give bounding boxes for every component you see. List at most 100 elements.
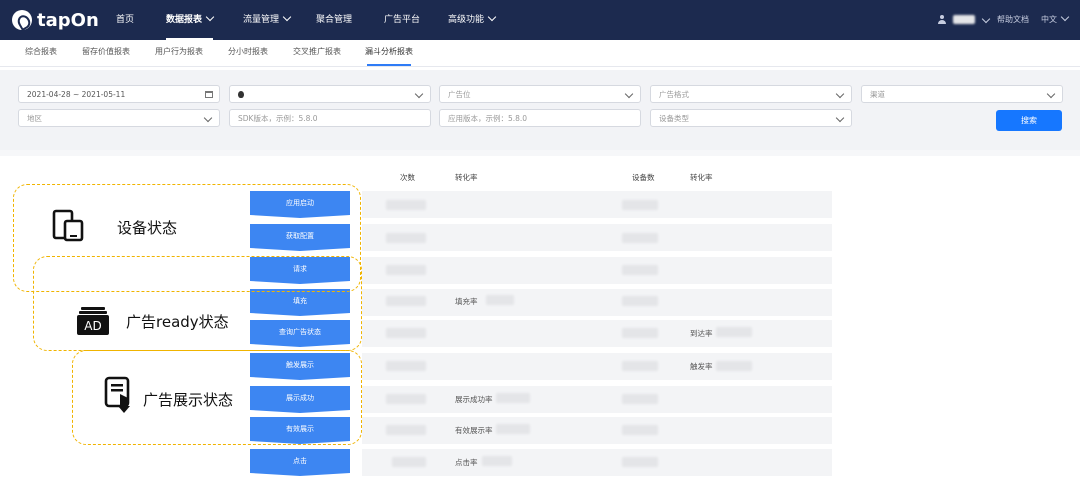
header-count: 次数 — [400, 173, 415, 182]
chevron-down-icon — [282, 12, 292, 22]
header-device-count: 设备数 — [632, 173, 655, 182]
masked-value — [486, 295, 514, 305]
nav-advanced-label: 高级功能 — [448, 15, 485, 25]
table-row — [362, 386, 832, 413]
chevron-down-icon — [1060, 12, 1070, 22]
chevron-down-icon — [487, 12, 497, 22]
chevron-down-icon — [205, 12, 215, 22]
masked-value — [386, 233, 426, 243]
table-row — [362, 257, 832, 284]
masked-value — [622, 200, 658, 210]
devices-icon — [52, 209, 84, 242]
platform-select[interactable] — [229, 85, 431, 103]
table-row — [362, 417, 832, 444]
nav-traffic[interactable]: 流量管理 — [243, 0, 292, 40]
brand-name: tapOn — [37, 9, 99, 31]
chevron-down-icon — [835, 89, 845, 99]
ad-slot-select[interactable]: 广告位 — [439, 85, 641, 103]
calendar-icon — [205, 91, 213, 98]
click-rate-label: 点击率 — [455, 458, 478, 467]
region-placeholder: 地区 — [27, 114, 42, 123]
table-row — [362, 289, 832, 316]
header-conversion-rate: 转化率 — [455, 173, 478, 182]
apple-icon — [238, 91, 244, 98]
table-row — [362, 449, 832, 476]
funnel-step-click: 点击 — [250, 449, 350, 476]
nav-reports-label: 数据报表 — [166, 15, 203, 25]
masked-value — [716, 327, 752, 337]
search-button[interactable]: 搜索 — [996, 110, 1062, 131]
step-label: 点击 — [293, 457, 307, 465]
ad-badge-icon: AD — [77, 307, 109, 335]
channel-select[interactable]: 渠道 — [861, 85, 1063, 103]
svg-text:AD: AD — [84, 319, 101, 333]
date-range-picker[interactable]: 2021-04-28 ~ 2021-05-11 — [18, 85, 220, 103]
sdk-version-input[interactable]: SDK版本，示例：5.8.0 — [229, 109, 431, 127]
nav-advanced[interactable]: 高级功能 — [448, 0, 497, 40]
user-icon[interactable] — [938, 15, 946, 24]
masked-value — [496, 393, 530, 403]
chevron-down-icon — [835, 113, 845, 123]
ad-format-placeholder: 广告格式 — [659, 90, 689, 99]
arrival-rate-label: 到达率 — [690, 329, 713, 338]
nav-mediation[interactable]: 聚合管理 — [316, 0, 352, 40]
report-subtabs: 综合报表 留存价值报表 用户行为报表 分小时报表 交叉推广报表 漏斗分析报表 — [0, 40, 1080, 67]
table-row — [362, 320, 832, 347]
masked-value — [386, 296, 426, 306]
tab-cross-promo-report[interactable]: 交叉推广报表 — [293, 40, 341, 66]
device-type-select[interactable]: 设备类型 — [650, 109, 852, 127]
tab-overview-report[interactable]: 综合报表 — [25, 40, 57, 66]
tab-retention-report[interactable]: 留存价值报表 — [82, 40, 130, 66]
masked-value — [386, 425, 426, 435]
language-label: 中文 — [1041, 15, 1057, 24]
masked-value — [482, 456, 512, 466]
show-success-rate-label: 展示成功率 — [455, 395, 493, 404]
table-row — [362, 353, 832, 380]
trigger-rate-label: 触发率 — [690, 362, 713, 371]
table-row — [362, 191, 832, 218]
logo-icon — [12, 10, 32, 30]
region-select[interactable]: 地区 — [18, 109, 220, 127]
masked-value — [622, 233, 658, 243]
channel-placeholder: 渠道 — [870, 90, 885, 99]
group-label-ad-display: 广告展示状态 — [143, 391, 234, 409]
sdk-version-placeholder: SDK版本，示例：5.8.0 — [238, 114, 318, 123]
help-docs-link[interactable]: 帮助文档 — [997, 0, 1029, 40]
masked-value — [496, 424, 530, 434]
chevron-down-icon — [624, 89, 634, 99]
tab-hourly-report[interactable]: 分小时报表 — [228, 40, 268, 66]
masked-value — [392, 457, 426, 467]
table-row — [362, 224, 832, 251]
masked-value — [622, 328, 658, 338]
ad-slot-placeholder: 广告位 — [448, 90, 471, 99]
nav-reports[interactable]: 数据报表 — [166, 0, 215, 40]
username-masked[interactable] — [953, 15, 975, 24]
language-switch[interactable]: 中文 — [1041, 0, 1070, 40]
masked-value — [386, 328, 426, 338]
masked-value — [622, 425, 658, 435]
app-version-placeholder: 应用版本，示例：5.8.0 — [448, 114, 528, 123]
masked-value — [622, 394, 658, 404]
chevron-down-icon — [203, 113, 213, 123]
valid-show-rate-label: 有效展示率 — [455, 426, 493, 435]
nav-ad-platform[interactable]: 广告平台 — [384, 0, 420, 40]
filter-panel: 2021-04-28 ~ 2021-05-11 广告位 广告格式 渠道 地区 S… — [0, 70, 1080, 150]
chevron-down-icon — [414, 89, 424, 99]
chevron-down-icon — [1046, 89, 1056, 99]
date-range-value: 2021-04-28 ~ 2021-05-11 — [27, 90, 126, 99]
ad-format-select[interactable]: 广告格式 — [650, 85, 852, 103]
masked-value — [386, 394, 426, 404]
top-navbar: tapOn 首页 数据报表 流量管理 聚合管理 广告平台 高级功能 帮助文档 中… — [0, 0, 1080, 40]
tab-funnel-report[interactable]: 漏斗分析报表 — [365, 40, 413, 66]
group-outline-ad-ready — [33, 256, 362, 351]
masked-value — [386, 200, 426, 210]
masked-value — [622, 457, 658, 467]
display-touch-icon — [104, 376, 130, 413]
nav-home[interactable]: 首页 — [116, 0, 134, 40]
tab-behavior-report[interactable]: 用户行为报表 — [155, 40, 203, 66]
app-version-input[interactable]: 应用版本，示例：5.8.0 — [439, 109, 641, 127]
chevron-down-icon[interactable] — [981, 14, 991, 24]
device-type-placeholder: 设备类型 — [659, 114, 689, 123]
masked-value — [386, 265, 426, 275]
brand-logo[interactable]: tapOn — [12, 9, 99, 31]
